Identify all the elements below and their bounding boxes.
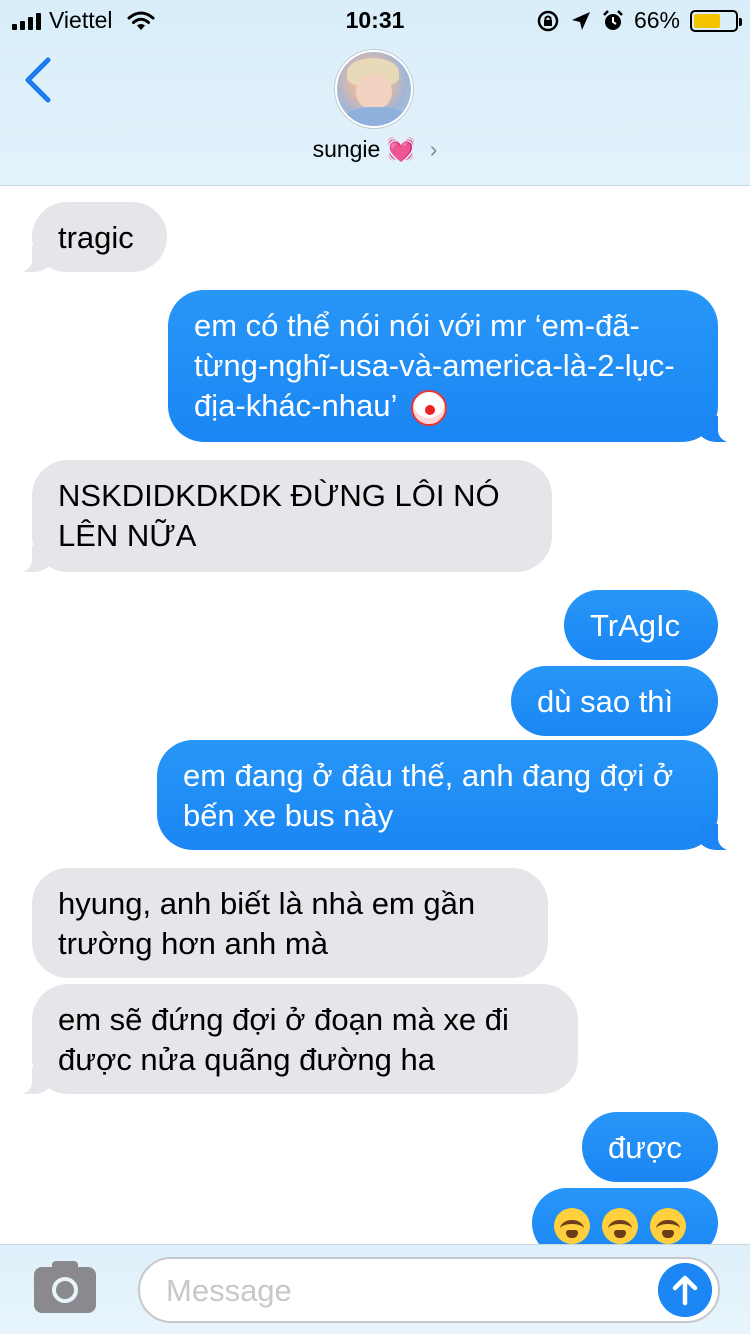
chevron-right-icon: › — [429, 136, 438, 162]
send-arrow-icon[interactable] — [658, 1263, 712, 1317]
message-incoming[interactable]: em sẽ đứng đợi ở đoạn mà xe đi được nửa … — [10, 984, 578, 1094]
battery-fill — [694, 13, 721, 28]
alarm-icon — [603, 9, 623, 30]
crying-face-emoji-icon — [554, 1207, 590, 1244]
message-text: hyung, anh biết là nhà em gần trường hơn… — [58, 886, 476, 961]
message-outgoing[interactable]: dù sao thì — [511, 666, 718, 736]
message-text: NSKDIDKDKDK ĐỪNG LÔI NÓ LÊN NỮA — [58, 478, 500, 553]
message-text: em sẽ đứng đợi ở đoạn mà xe đi được nửa … — [58, 1002, 509, 1077]
message-outgoing[interactable]: em đang ở đâu thế, anh đang đợi ở bến xe… — [157, 740, 740, 850]
contact-name: sungie — [312, 136, 381, 162]
camera-icon[interactable] — [34, 1261, 96, 1313]
crying-face-emoji-icon — [650, 1207, 686, 1244]
status-bar: Viettel 10:31 66% — [0, 0, 750, 42]
message-text: TrAgIc — [590, 608, 681, 643]
message-text: được — [608, 1130, 682, 1165]
message-incoming[interactable]: hyung, anh biết là nhà em gần trường hơn… — [32, 868, 548, 978]
message-input[interactable] — [166, 1271, 636, 1311]
status-right: 66% — [536, 7, 742, 34]
message-text: em đang ở đâu thế, anh đang đợi ở bến xe… — [183, 758, 674, 833]
message-incoming[interactable]: tragic — [10, 202, 167, 272]
clown-face-emoji-icon — [410, 389, 447, 426]
lock-rotation-icon — [537, 10, 559, 31]
message-field[interactable] — [138, 1257, 720, 1323]
message-composer — [0, 1244, 750, 1334]
battery-icon — [690, 9, 742, 32]
heart-emoji-icon: 💓 — [386, 136, 416, 162]
back-chevron-icon[interactable] — [20, 56, 56, 104]
contact-name-row[interactable]: sungie 💓 › — [0, 136, 750, 163]
crying-face-emoji-icon — [602, 1207, 638, 1244]
message-outgoing[interactable]: được — [582, 1112, 718, 1182]
message-text: tragic — [58, 220, 134, 255]
location-icon — [571, 11, 590, 30]
message-outgoing[interactable]: TrAgIc — [564, 590, 718, 660]
message-incoming[interactable]: NSKDIDKDKDK ĐỪNG LÔI NÓ LÊN NỮA — [10, 460, 552, 572]
battery-percent: 66% — [633, 7, 680, 33]
message-outgoing[interactable]: em có thể nói nói với mr ‘em-đã-từng-ngh… — [168, 290, 740, 442]
navigation-header: Viettel 10:31 66% sungie 💓 › — [0, 0, 750, 186]
message-text: dù sao thì — [537, 684, 674, 719]
contact-avatar[interactable] — [335, 50, 413, 128]
